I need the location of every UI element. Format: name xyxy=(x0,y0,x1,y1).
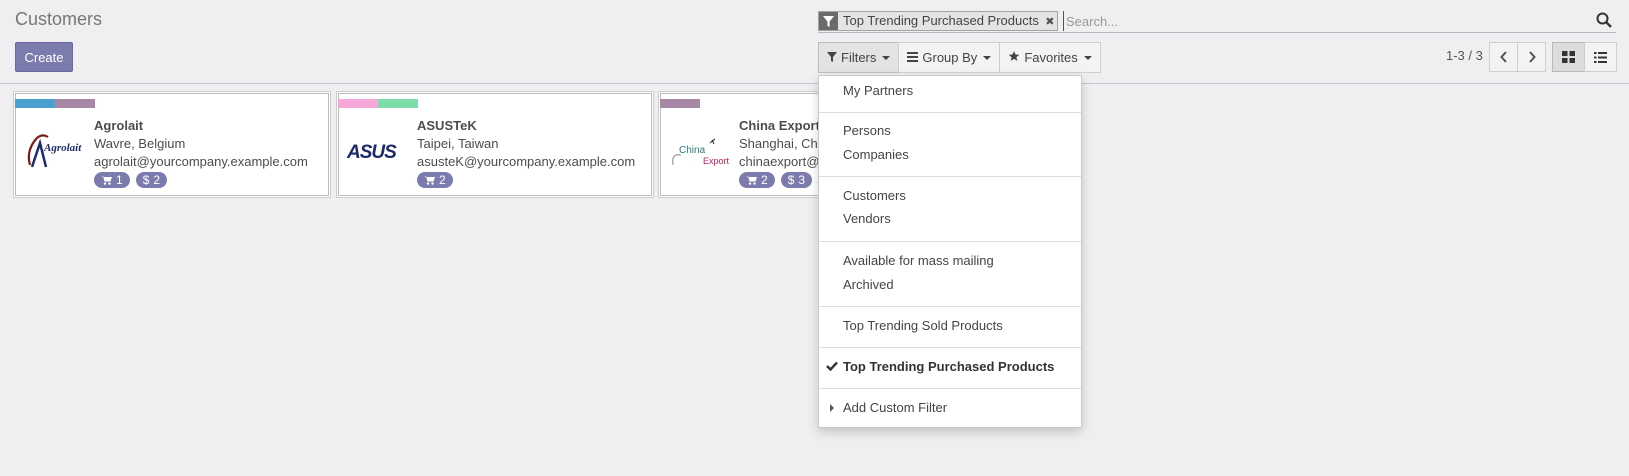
partner-name: ASUSTeK xyxy=(417,118,477,133)
caret-right-icon xyxy=(830,404,834,412)
groupby-button[interactable]: Group By xyxy=(898,42,1001,73)
card-badges: 2 $ 3 xyxy=(739,172,820,188)
kanban-view-button[interactable] xyxy=(1552,42,1585,72)
sale-orders-badge[interactable]: 1 xyxy=(94,172,130,188)
filter-my-partners[interactable]: My Partners xyxy=(843,83,913,98)
badge-count: 2 xyxy=(153,173,161,187)
menu-divider xyxy=(819,241,1081,242)
filter-vendors[interactable]: Vendors xyxy=(843,211,891,226)
filter-icon xyxy=(827,50,837,65)
partner-email: asusteK@yourcompany.example.com xyxy=(417,154,636,169)
invoices-badge[interactable]: $ 2 xyxy=(135,172,168,188)
kanban-card[interactable]: Agrolait Agrolait Wavre, Belgium agrolai… xyxy=(13,91,331,198)
filters-button[interactable]: Filters xyxy=(818,42,900,73)
tag-color xyxy=(55,99,95,108)
kanban-icon xyxy=(1562,51,1575,63)
page-title: Customers xyxy=(15,9,103,29)
company-logo: China Export xyxy=(667,128,733,174)
caret-down-icon xyxy=(983,55,992,60)
company-logo: Agrolait xyxy=(22,128,88,174)
filter-archived[interactable]: Archived xyxy=(843,277,894,292)
cart-icon xyxy=(424,176,435,185)
search-bar: Top Trending Purchased Products ✖ xyxy=(818,9,1616,33)
filters-label: Filters xyxy=(841,50,877,65)
partner-name: China Export xyxy=(739,118,820,133)
chevron-right-icon xyxy=(1528,51,1536,63)
partner-email: agrolait@yourcompany.example.com xyxy=(94,154,308,169)
caret-down-icon xyxy=(1083,55,1092,60)
svg-text:Agrolait: Agrolait xyxy=(43,142,82,154)
create-button[interactable]: Create xyxy=(15,42,73,72)
filter-companies[interactable]: Companies xyxy=(843,147,909,162)
card-tags xyxy=(15,99,95,108)
svg-text:ASUS: ASUS xyxy=(346,142,397,163)
caret-down-icon xyxy=(882,55,891,60)
filter-mass-mailing[interactable]: Available for mass mailing xyxy=(843,253,994,268)
star-icon xyxy=(1008,50,1020,65)
add-custom-filter[interactable]: Add Custom Filter xyxy=(843,400,947,415)
facet-label: Top Trending Purchased Products xyxy=(843,13,1039,28)
chevron-left-icon xyxy=(1499,51,1507,63)
filter-top-sold[interactable]: Top Trending Sold Products xyxy=(843,318,1003,333)
partner-email: chinaexport@ xyxy=(739,154,820,169)
filter-top-purchased[interactable]: Top Trending Purchased Products xyxy=(843,359,1054,374)
sale-orders-badge[interactable]: 2 xyxy=(417,172,453,188)
menu-divider xyxy=(819,388,1081,389)
card-tags xyxy=(338,99,418,108)
search-facet: Top Trending Purchased Products ✖ xyxy=(818,11,1058,31)
dollar-icon: $ xyxy=(787,173,795,187)
search-icon[interactable] xyxy=(1596,12,1614,30)
card-badges: 2 xyxy=(417,172,635,188)
menu-divider xyxy=(819,176,1081,177)
badge-count: 2 xyxy=(761,173,768,187)
pager-next-button[interactable] xyxy=(1517,42,1546,72)
card-tags xyxy=(660,99,700,108)
sale-orders-badge[interactable]: 2 xyxy=(739,172,775,188)
badge-count: 2 xyxy=(439,173,446,187)
badge-count: 3 xyxy=(798,173,806,187)
card-info: ASUSTeK Taipei, Taiwan asusteK@yourcompa… xyxy=(417,117,635,188)
company-logo: ASUS xyxy=(345,128,411,174)
menu-divider xyxy=(819,347,1081,348)
cart-icon xyxy=(101,176,112,185)
list-icon xyxy=(1594,51,1607,63)
tag-color xyxy=(660,99,700,108)
filter-customers[interactable]: Customers xyxy=(843,188,906,203)
invoices-badge[interactable]: $ 3 xyxy=(780,172,813,188)
svg-text:China: China xyxy=(679,145,706,156)
favorites-button[interactable]: Favorites xyxy=(999,42,1101,73)
search-input[interactable] xyxy=(1063,11,1563,31)
check-icon xyxy=(826,359,838,374)
card-info: China Export Shanghai, Ch chinaexport@ 2… xyxy=(739,117,820,188)
tag-color xyxy=(378,99,418,108)
partner-location: Wavre, Belgium xyxy=(94,136,186,151)
menu-divider xyxy=(819,112,1081,113)
tag-color xyxy=(15,99,55,108)
search-options: Filters Group By Favorites xyxy=(818,42,1101,73)
kanban-card[interactable]: ASUS ASUSTeK Taipei, Taiwan asusteK@your… xyxy=(336,91,654,198)
remove-facet-icon[interactable]: ✖ xyxy=(1043,12,1057,30)
cart-icon xyxy=(746,176,757,185)
pager-previous-button[interactable] xyxy=(1489,42,1518,72)
card-badges: 1 $ 2 xyxy=(94,172,308,188)
partner-location: Shanghai, Ch xyxy=(739,136,818,151)
filter-icon xyxy=(819,12,838,30)
list-view-button[interactable] xyxy=(1584,42,1617,72)
badge-count: 1 xyxy=(116,173,123,187)
menu-divider xyxy=(819,306,1081,307)
pager-value: 1-3 / 3 xyxy=(1446,48,1483,63)
tag-color xyxy=(338,99,378,108)
svg-text:Export: Export xyxy=(703,156,730,166)
list-icon xyxy=(907,50,919,65)
dollar-icon: $ xyxy=(142,173,150,187)
filter-persons[interactable]: Persons xyxy=(843,123,891,138)
filters-dropdown: My Partners Persons Companies Customers … xyxy=(818,75,1082,428)
partner-location: Taipei, Taiwan xyxy=(417,136,499,151)
partner-name: Agrolait xyxy=(94,118,144,133)
card-info: Agrolait Wavre, Belgium agrolait@yourcom… xyxy=(94,117,308,188)
control-panel: Customers Create Top Trending Purchased … xyxy=(0,0,1629,84)
favorites-label: Favorites xyxy=(1024,50,1078,65)
groupby-label: Group By xyxy=(922,50,978,65)
